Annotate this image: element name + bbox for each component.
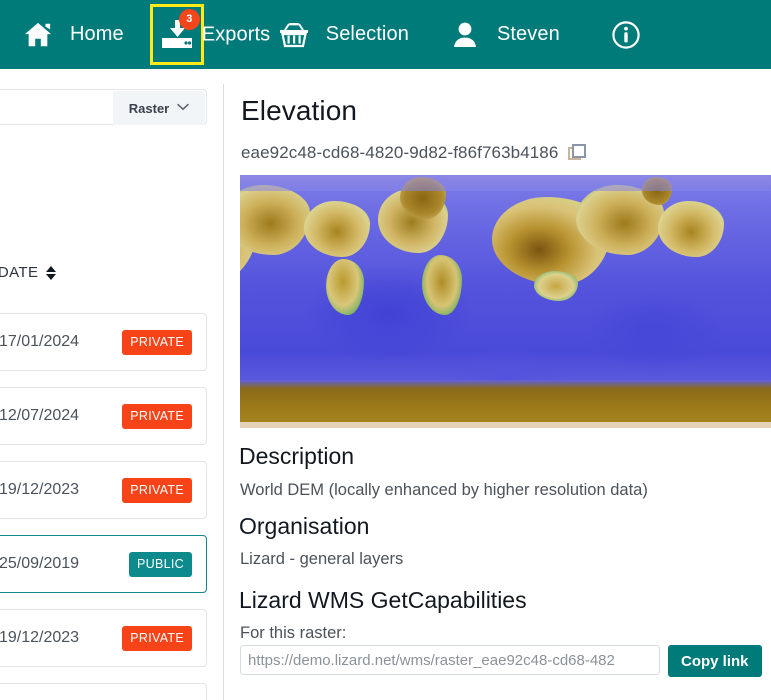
status-badge: PRIVATE: [122, 625, 192, 651]
list-item-date: 19/12/2023: [0, 481, 80, 498]
nav-label-exports: Exports: [201, 23, 271, 45]
copy-icon[interactable]: [568, 143, 587, 163]
list-item[interactable]: 25/02/2021COMM…: [0, 683, 207, 700]
type-filter-dropdown[interactable]: Raster: [113, 91, 205, 125]
list-item-date: 19/12/2023: [0, 629, 80, 646]
wms-heading: Lizard WMS GetCapabilities: [239, 587, 527, 613]
nav-label-home: Home: [70, 23, 124, 45]
list-item[interactable]: 19/12/2023 PRIVATE: [0, 609, 207, 667]
exports-badge-count: 3: [178, 9, 200, 30]
nav-item-selection[interactable]: Selection: [274, 0, 409, 69]
organisation-heading: Organisation: [239, 513, 370, 539]
nav-item-exports[interactable]: 3 Exports: [149, 4, 270, 65]
list-item[interactable]: 19/12/2023 PRIVATE: [0, 461, 207, 519]
list-item-date: 12/07/2024: [0, 407, 80, 424]
person-icon: [445, 15, 485, 55]
wms-url-input[interactable]: [240, 645, 660, 675]
list-item-date: 25/09/2019: [0, 555, 80, 572]
raster-uuid: eae92c48-cd68-4820-9d82-f86f763b4186: [241, 143, 559, 162]
search-filter-bar: Raster: [0, 89, 207, 125]
wms-url-row: Copy link: [240, 645, 762, 677]
organisation-text: Lizard - general layers: [240, 550, 404, 568]
list-item-date: 17/01/2024: [0, 333, 80, 350]
top-navigation-bar: Home 3 Exports Selection Steven: [0, 0, 771, 69]
nav-label-selection: Selection: [325, 23, 409, 45]
wms-subtitle: For this raster:: [240, 624, 347, 642]
raster-list-sidebar: Raster ST UPDATE 17/01/2024PRIVATE12/07/…: [0, 69, 224, 700]
exports-tray-icon: 3: [153, 7, 201, 62]
type-filter-label: Raster: [128, 100, 170, 116]
list-item[interactable]: 25/09/2019 PUBLIC: [0, 535, 207, 593]
chevron-down-icon: [177, 102, 189, 114]
info-circle-icon: [606, 15, 646, 55]
list-item[interactable]: 12/07/2024 PRIVATE: [0, 387, 207, 445]
raster-preview-image: [240, 175, 771, 428]
list-item[interactable]: 17/01/2024 PRIVATE: [0, 313, 207, 371]
status-badge: PRIVATE: [122, 477, 192, 503]
description-text: World DEM (locally enhanced by higher re…: [240, 481, 648, 499]
raster-detail-panel: Elevation eae92c48-cd68-4820-9d82-f86f76…: [224, 69, 771, 700]
raster-list: 17/01/2024 PRIVATE 12/07/2024 PRIVATE 19/12/…: [0, 313, 207, 700]
page-title: Elevation: [241, 95, 358, 126]
copy-link-button[interactable]: Copy link: [668, 645, 762, 677]
sort-header-label: ST UPDATE: [0, 264, 39, 281]
uuid-row: eae92c48-cd68-4820-9d82-f86f763b4186: [241, 143, 587, 163]
nav-item-info[interactable]: [606, 0, 646, 69]
basket-icon: [274, 15, 314, 55]
nav-item-home[interactable]: Home: [18, 0, 124, 69]
status-badge: PRIVATE: [122, 403, 192, 429]
status-badge: PRIVATE: [122, 329, 192, 355]
nav-item-user[interactable]: Steven: [445, 0, 560, 69]
home-icon: [18, 15, 58, 55]
nav-label-user: Steven: [496, 23, 560, 45]
sort-arrows-icon: [46, 265, 57, 280]
sort-header-last-update[interactable]: ST UPDATE: [0, 264, 57, 281]
status-badge: PUBLIC: [129, 551, 192, 577]
description-heading: Description: [239, 443, 355, 469]
